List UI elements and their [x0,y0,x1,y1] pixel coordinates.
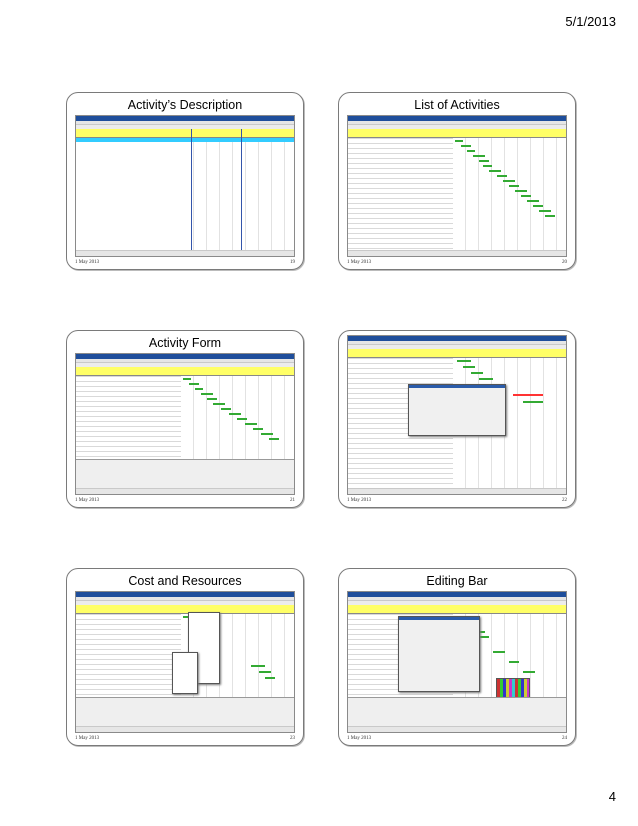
slide-title: Cost and Resources [128,574,242,588]
app-screenshot [75,591,295,733]
app-screenshot [347,115,567,257]
slide-list-of-activities: List of Activities 1 May 2013 20 [338,92,576,270]
slide-title: List of Activities [414,98,500,112]
editing-form-panel [348,697,566,726]
slide-title: Activity Form [148,336,222,350]
app-screenshot [347,335,567,495]
slide-number: 21 [290,498,295,503]
slide-title: Activity’s Description [127,98,243,112]
activity-form-panel [76,459,294,488]
resource-list-popup-2[interactable] [172,652,198,694]
app-screenshot [75,115,295,257]
app-screenshot [75,353,295,495]
slide-number: 20 [562,260,567,265]
slide-date: 1 May 2013 [347,498,372,503]
slide-editing-bar: Editing Bar 1 May 2013 24 [338,568,576,746]
slide-number: 23 [290,736,295,741]
slide-number: 24 [562,736,567,741]
slide-number: 19 [290,260,295,265]
app-screenshot [347,591,567,733]
slide-number: 22 [562,498,567,503]
slide-title: Editing Bar [426,574,488,588]
slide-cost-and-resources: Cost and Resources 1 May 2013 23 [66,568,304,746]
slide-activity-form: Activity Form 1 May 2013 21 [66,330,304,508]
bar-format-dialog[interactable] [398,616,480,692]
slide-date: 1 May 2013 [347,260,372,265]
page-number: 4 [608,789,616,804]
page-date: 5/1/2013 [565,14,616,29]
slide-schedule-dialog: 1 May 2013 22 [338,330,576,508]
slide-date: 1 May 2013 [75,260,100,265]
slide-date: 1 May 2013 [75,498,100,503]
slide-activity-description: Activity’s Description 1 May 2013 19 [66,92,304,270]
schedule-dialog[interactable] [408,384,506,436]
slide-date: 1 May 2013 [347,736,372,741]
resource-form-panel [76,697,294,726]
slide-date: 1 May 2013 [75,736,100,741]
